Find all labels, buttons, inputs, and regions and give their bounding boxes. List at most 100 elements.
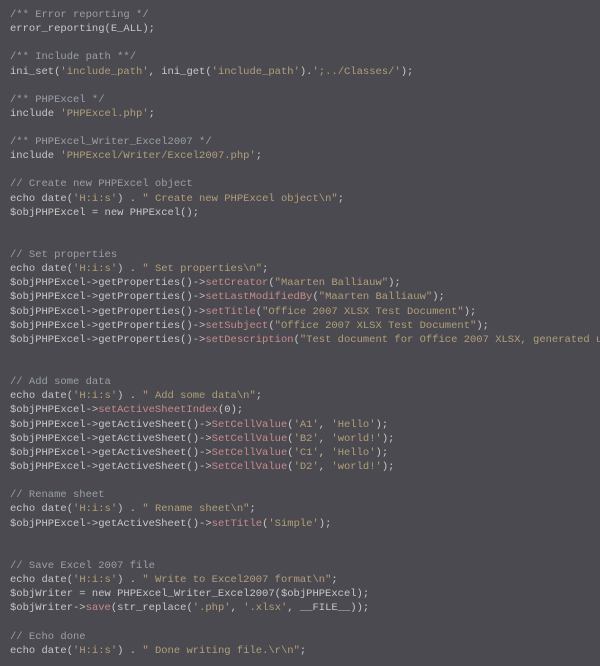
string-literal: "Maarten Balliauw" — [275, 277, 388, 289]
string-literal: "Office 2007 XLSX Test Document" — [275, 320, 477, 332]
method-name: SetCellValue — [212, 419, 288, 431]
string-literal: 'H:i:s' — [73, 645, 117, 657]
code-line — [10, 347, 590, 361]
code-line — [10, 121, 590, 135]
code-line: /** PHPExcel_Writer_Excel2007 */ — [10, 135, 590, 149]
string-literal: 'Hello' — [331, 447, 375, 459]
code-line: ini_set('include_path', ini_get('include… — [10, 65, 590, 79]
code-line: // Echo done — [10, 630, 590, 644]
code-block: /** Error reporting */ error_reporting(E_… — [10, 8, 590, 658]
code-line: $objPHPExcel->getProperties()->setCreato… — [10, 276, 590, 290]
code-line — [10, 361, 590, 375]
method-name: SetCellValue — [212, 447, 288, 459]
string-literal: 'H:i:s' — [73, 503, 117, 515]
code-text: $objWriter = new PHPExcel_Writer_Excel20… — [10, 588, 369, 600]
code-line: error_reporting(E_ALL); — [10, 22, 590, 36]
code-line — [10, 234, 590, 248]
method-name: SetCellValue — [212, 461, 288, 473]
code-line: echo date('H:i:s') . " Write to Excel200… — [10, 573, 590, 587]
comment: // Rename sheet — [10, 489, 105, 501]
method-name: setActiveSheetIndex — [98, 404, 218, 416]
comment: // Add some data — [10, 376, 111, 388]
comment: /** PHPExcel_Writer_Excel2007 */ — [10, 136, 212, 148]
string-literal: " Set properties\n" — [142, 263, 262, 275]
string-literal: 'D2' — [294, 461, 319, 473]
code-text: error_reporting(E_ALL); — [10, 23, 155, 35]
method-name: setSubject — [205, 320, 268, 332]
code-line — [10, 545, 590, 559]
code-line: echo date('H:i:s') . " Rename sheet\n"; — [10, 502, 590, 516]
string-literal: 'A1' — [294, 419, 319, 431]
code-line: // Create new PHPExcel object — [10, 177, 590, 191]
code-line: $objPHPExcel->getActiveSheet()->SetCellV… — [10, 460, 590, 474]
comment: // Create new PHPExcel object — [10, 178, 193, 190]
method-name: setTitle — [212, 518, 262, 530]
method-name: setLastModifiedBy — [205, 291, 312, 303]
comment: // Echo done — [10, 631, 86, 643]
string-literal: 'H:i:s' — [73, 390, 117, 402]
string-literal: 'H:i:s' — [73, 263, 117, 275]
code-line: echo date('H:i:s') . " Add some data\n"; — [10, 389, 590, 403]
code-line: $objPHPExcel->setActiveSheetIndex(0); — [10, 403, 590, 417]
string-literal: 'Simple' — [268, 518, 318, 530]
method-name: save — [86, 602, 111, 614]
string-literal: " Create new PHPExcel object\n" — [142, 193, 337, 205]
string-literal: 'include_path' — [212, 66, 300, 78]
comment: /** Error reporting */ — [10, 9, 149, 21]
code-line — [10, 79, 590, 93]
code-line: $objPHPExcel->getProperties()->setDescri… — [10, 333, 590, 347]
code-line — [10, 163, 590, 177]
string-literal: 'include_path' — [60, 66, 148, 78]
string-literal: "Test document for Office 2007 XLSX, gen… — [300, 334, 600, 346]
code-line: echo date('H:i:s') . " Done writing file… — [10, 644, 590, 658]
string-literal: 'H:i:s' — [73, 193, 117, 205]
string-literal: "Maarten Balliauw" — [319, 291, 432, 303]
string-literal: ';../Classes/' — [312, 66, 400, 78]
code-line: $objPHPExcel->getActiveSheet()->SetCellV… — [10, 446, 590, 460]
code-line: echo date('H:i:s') . " Set properties\n"… — [10, 262, 590, 276]
string-literal: 'H:i:s' — [73, 574, 117, 586]
code-line: // Set properties — [10, 248, 590, 262]
code-line: // Save Excel 2007 file — [10, 559, 590, 573]
comment: /** PHPExcel */ — [10, 94, 105, 106]
code-line: $objPHPExcel->getActiveSheet()->setTitle… — [10, 517, 590, 531]
code-line — [10, 616, 590, 630]
string-literal: " Rename sheet\n" — [142, 503, 249, 515]
string-literal: " Done writing file.\r\n" — [142, 645, 300, 657]
method-name: setCreator — [205, 277, 268, 289]
code-line: $objPHPExcel->getProperties()->setTitle(… — [10, 305, 590, 319]
code-line: include 'PHPExcel.php'; — [10, 107, 590, 121]
comment: // Set properties — [10, 249, 117, 261]
code-line — [10, 531, 590, 545]
code-line: /** Include path **/ — [10, 50, 590, 64]
string-literal: 'world!' — [331, 433, 381, 445]
method-name: setDescription — [205, 334, 293, 346]
string-literal: " Write to Excel2007 format\n" — [142, 574, 331, 586]
code-line: /** Error reporting */ — [10, 8, 590, 22]
code-line — [10, 36, 590, 50]
code-line: $objWriter->save(str_replace('.php', '.x… — [10, 601, 590, 615]
string-literal: "Office 2007 XLSX Test Document" — [262, 306, 464, 318]
code-line: $objPHPExcel = new PHPExcel(); — [10, 206, 590, 220]
string-literal: 'world!' — [331, 461, 381, 473]
code-line: $objPHPExcel->getProperties()->setLastMo… — [10, 290, 590, 304]
code-line — [10, 220, 590, 234]
code-line: // Add some data — [10, 375, 590, 389]
string-literal: 'Hello' — [331, 419, 375, 431]
method-name: setTitle — [205, 306, 255, 318]
string-literal: '.xlsx' — [243, 602, 287, 614]
string-literal: " Add some data\n" — [142, 390, 255, 402]
code-text: $objPHPExcel = new PHPExcel(); — [10, 207, 199, 219]
code-line: /** PHPExcel */ — [10, 93, 590, 107]
code-line: $objPHPExcel->getActiveSheet()->SetCellV… — [10, 418, 590, 432]
comment: // Save Excel 2007 file — [10, 560, 155, 572]
code-line: // Rename sheet — [10, 488, 590, 502]
code-line: echo date('H:i:s') . " Create new PHPExc… — [10, 192, 590, 206]
method-name: SetCellValue — [212, 433, 288, 445]
string-literal: 'C1' — [294, 447, 319, 459]
comment: /** Include path **/ — [10, 51, 136, 63]
string-literal: 'B2' — [294, 433, 319, 445]
string-literal: '.php' — [193, 602, 231, 614]
code-line: include 'PHPExcel/Writer/Excel2007.php'; — [10, 149, 590, 163]
code-line: $objWriter = new PHPExcel_Writer_Excel20… — [10, 587, 590, 601]
